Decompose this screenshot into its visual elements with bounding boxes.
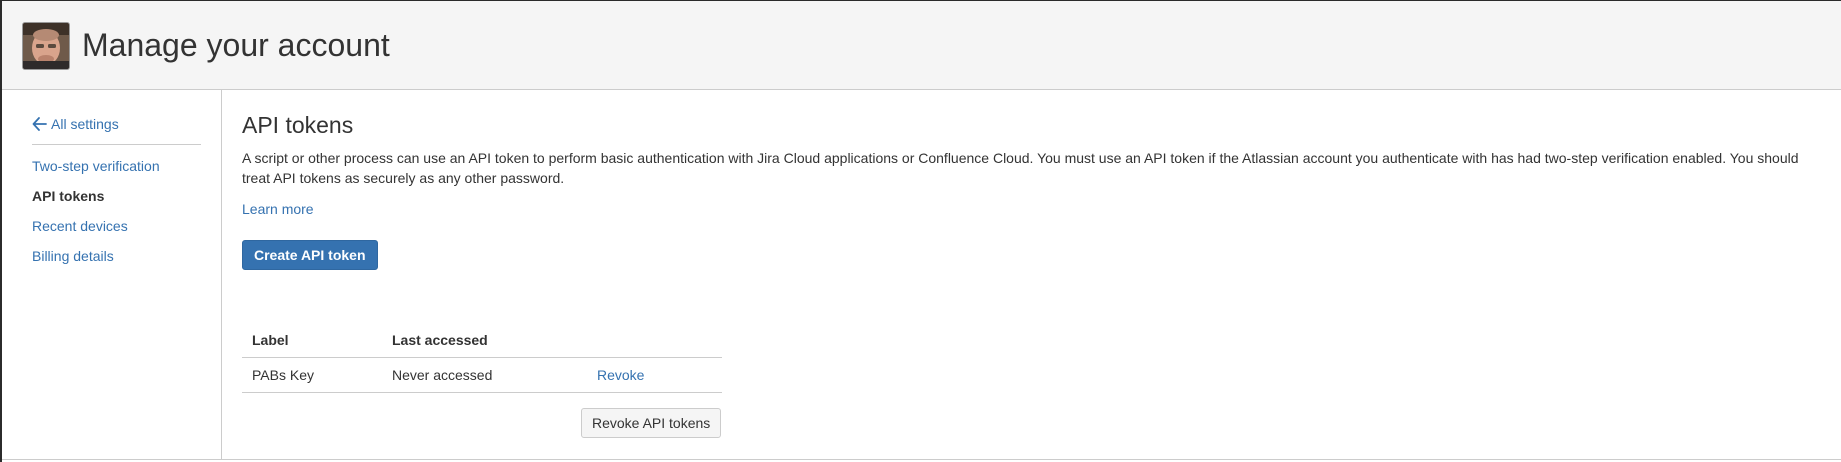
- api-tokens-table: Label Last accessed PABs Key Never acces…: [242, 322, 722, 393]
- bottom-divider: [2, 459, 1841, 460]
- all-settings-link[interactable]: All settings: [32, 114, 119, 134]
- user-avatar[interactable]: [22, 22, 70, 70]
- avatar-image: [23, 23, 69, 69]
- table-header-row: Label Last accessed: [242, 322, 722, 358]
- revoke-link[interactable]: Revoke: [597, 367, 644, 383]
- revoke-api-tokens-button[interactable]: Revoke API tokens: [581, 408, 722, 438]
- sidebar-item-recent-devices[interactable]: Recent devices: [32, 216, 128, 236]
- token-label-cell: PABs Key: [242, 357, 382, 393]
- last-accessed-cell: Never accessed: [382, 357, 587, 393]
- column-header-last-accessed: Last accessed: [382, 322, 587, 358]
- column-header-actions: [587, 322, 722, 358]
- arrow-left-icon: [32, 117, 47, 131]
- column-header-label: Label: [242, 322, 382, 358]
- page-title: Manage your account: [82, 27, 390, 63]
- create-api-token-button[interactable]: Create API token: [242, 240, 378, 270]
- action-cell: Revoke: [587, 357, 722, 393]
- table-row: PABs Key Never accessed Revoke: [242, 357, 722, 393]
- sidebar: All settings Two-step verification API t…: [2, 90, 222, 460]
- page-header: Manage your account: [2, 1, 1841, 90]
- description-text: A script or other process can use an API…: [242, 150, 1799, 186]
- sidebar-item-two-step-verification[interactable]: Two-step verification: [32, 156, 160, 176]
- sidebar-item-billing-details[interactable]: Billing details: [32, 246, 114, 266]
- sidebar-item-api-tokens[interactable]: API tokens: [32, 186, 104, 206]
- sidebar-divider: [32, 144, 201, 145]
- learn-more-link[interactable]: Learn more: [242, 199, 314, 219]
- all-settings-label: All settings: [51, 116, 119, 132]
- section-title: API tokens: [242, 112, 354, 138]
